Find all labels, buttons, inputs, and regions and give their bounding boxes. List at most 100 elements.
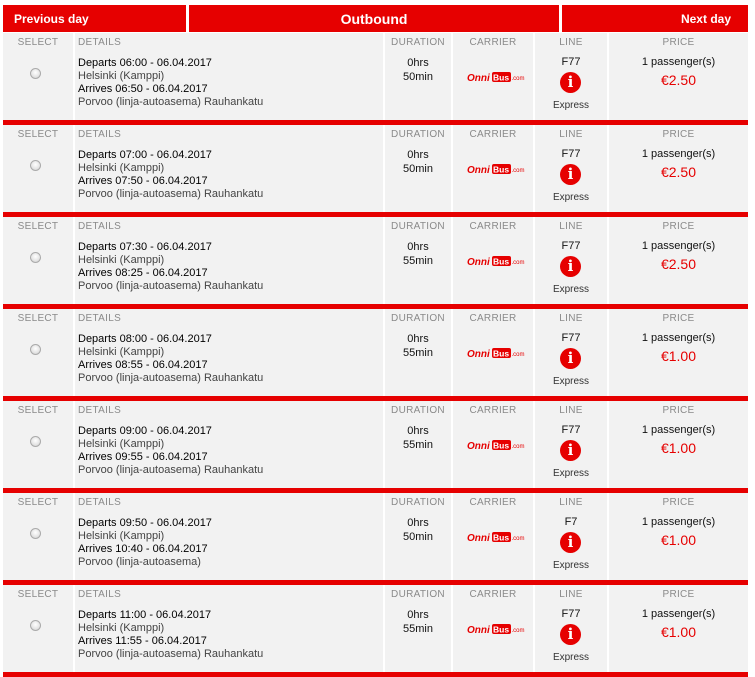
price-amount: €1.00 bbox=[660, 440, 697, 456]
price-header: PRICE bbox=[662, 497, 695, 508]
select-radio[interactable] bbox=[30, 344, 41, 355]
info-icon[interactable]: i bbox=[560, 532, 581, 553]
previous-day-button[interactable]: Previous day bbox=[3, 5, 186, 32]
line-type: Express bbox=[552, 652, 590, 663]
duration-hours: 0hrs bbox=[407, 241, 429, 253]
select-cell: SELECT bbox=[3, 125, 73, 212]
details-cell: DETAILS Departs 07:00 - 06.04.2017 Helsi… bbox=[75, 125, 383, 212]
onnibus-logo[interactable]: Onni Bus .com bbox=[467, 348, 525, 358]
duration-cell: DURATION 0hrs 50min bbox=[385, 493, 451, 580]
passenger-count: 1 passenger(s) bbox=[641, 608, 716, 620]
passenger-count: 1 passenger(s) bbox=[641, 332, 716, 344]
next-day-button[interactable]: Next day bbox=[562, 5, 748, 32]
arrival-stop: Porvoo (linja-autoasema) Rauhankatu bbox=[78, 280, 264, 292]
onnibus-logo[interactable]: Onni Bus .com bbox=[467, 72, 525, 82]
logo-word-onni: Onni bbox=[467, 533, 490, 542]
select-radio[interactable] bbox=[30, 620, 41, 631]
trip-row: SELECT DETAILS Departs 07:00 - 06.04.201… bbox=[3, 125, 748, 217]
line-header: LINE bbox=[559, 129, 583, 140]
select-cell: SELECT bbox=[3, 585, 73, 672]
select-radio[interactable] bbox=[30, 68, 41, 79]
carrier-cell: CARRIER Onni Bus .com bbox=[453, 585, 533, 672]
select-radio[interactable] bbox=[30, 252, 41, 263]
select-header: SELECT bbox=[17, 129, 59, 140]
passenger-count: 1 passenger(s) bbox=[641, 148, 716, 160]
line-cell: LINE F77 i Express bbox=[535, 125, 607, 212]
select-radio[interactable] bbox=[30, 436, 41, 447]
logo-suffix: .com bbox=[512, 168, 525, 174]
duration-cell: DURATION 0hrs 55min bbox=[385, 401, 451, 488]
arrival-stop: Porvoo (linja-autoasema) Rauhankatu bbox=[78, 648, 264, 660]
onnibus-logo[interactable]: Onni Bus .com bbox=[467, 256, 525, 266]
duration-hours: 0hrs bbox=[407, 425, 429, 437]
line-cell: LINE F77 i Express bbox=[535, 585, 607, 672]
price-amount: €1.00 bbox=[660, 532, 697, 548]
carrier-cell: CARRIER Onni Bus .com bbox=[453, 493, 533, 580]
line-cell: LINE F77 i Express bbox=[535, 33, 607, 120]
logo-word-onni: Onni bbox=[467, 257, 490, 266]
logo-suffix: .com bbox=[512, 628, 525, 634]
day-navigation-bar: Previous day Outbound Next day bbox=[3, 5, 748, 32]
onnibus-logo[interactable]: Onni Bus .com bbox=[467, 624, 525, 634]
select-header: SELECT bbox=[17, 313, 59, 324]
price-header: PRICE bbox=[662, 129, 695, 140]
departure-stop: Helsinki (Kamppi) bbox=[78, 530, 165, 542]
line-cell: LINE F77 i Express bbox=[535, 309, 607, 396]
select-radio[interactable] bbox=[30, 528, 41, 539]
price-header: PRICE bbox=[662, 221, 695, 232]
arrival-time: Arrives 08:25 - 06.04.2017 bbox=[78, 267, 208, 279]
select-radio[interactable] bbox=[30, 160, 41, 171]
price-header: PRICE bbox=[662, 313, 695, 324]
departure-stop: Helsinki (Kamppi) bbox=[78, 70, 165, 82]
line-header: LINE bbox=[559, 313, 583, 324]
onnibus-logo[interactable]: Onni Bus .com bbox=[467, 440, 525, 450]
duration-cell: DURATION 0hrs 55min bbox=[385, 585, 451, 672]
price-cell: PRICE 1 passenger(s) €1.00 bbox=[609, 493, 748, 580]
duration-header: DURATION bbox=[391, 405, 445, 416]
select-cell: SELECT bbox=[3, 401, 73, 488]
arrival-time: Arrives 10:40 - 06.04.2017 bbox=[78, 543, 208, 555]
carrier-header: CARRIER bbox=[469, 221, 517, 232]
select-header: SELECT bbox=[17, 405, 59, 416]
details-header: DETAILS bbox=[78, 405, 122, 416]
duration-cell: DURATION 0hrs 55min bbox=[385, 217, 451, 304]
logo-word-onni: Onni bbox=[467, 625, 490, 634]
logo-word-bus: Bus bbox=[493, 73, 509, 83]
details-header: DETAILS bbox=[78, 37, 122, 48]
price-cell: PRICE 1 passenger(s) €1.00 bbox=[609, 585, 748, 672]
info-icon[interactable]: i bbox=[560, 72, 581, 93]
duration-minutes: 50min bbox=[403, 71, 433, 83]
price-header: PRICE bbox=[662, 37, 695, 48]
duration-hours: 0hrs bbox=[407, 609, 429, 621]
carrier-cell: CARRIER Onni Bus .com bbox=[453, 125, 533, 212]
details-header: DETAILS bbox=[78, 589, 122, 600]
logo-word-bus: Bus bbox=[493, 533, 509, 543]
line-cell: LINE F77 i Express bbox=[535, 217, 607, 304]
arrival-time: Arrives 09:55 - 06.04.2017 bbox=[78, 451, 208, 463]
line-cell: LINE F77 i Express bbox=[535, 401, 607, 488]
trip-details: Departs 09:50 - 06.04.2017 Helsinki (Kam… bbox=[78, 517, 212, 569]
line-header: LINE bbox=[559, 497, 583, 508]
select-cell: SELECT bbox=[3, 217, 73, 304]
info-icon[interactable]: i bbox=[560, 624, 581, 645]
info-icon[interactable]: i bbox=[560, 440, 581, 461]
trip-details: Departs 08:00 - 06.04.2017 Helsinki (Kam… bbox=[78, 333, 263, 385]
arrival-stop: Porvoo (linja-autoasema) Rauhankatu bbox=[78, 96, 264, 108]
info-icon[interactable]: i bbox=[560, 256, 581, 277]
duration-header: DURATION bbox=[391, 129, 445, 140]
onnibus-logo[interactable]: Onni Bus .com bbox=[467, 164, 525, 174]
details-cell: DETAILS Departs 08:00 - 06.04.2017 Helsi… bbox=[75, 309, 383, 396]
info-icon[interactable]: i bbox=[560, 348, 581, 369]
onnibus-logo[interactable]: Onni Bus .com bbox=[467, 532, 525, 542]
carrier-header: CARRIER bbox=[469, 497, 517, 508]
duration-minutes: 55min bbox=[403, 347, 433, 359]
select-header: SELECT bbox=[17, 221, 59, 232]
select-cell: SELECT bbox=[3, 33, 73, 120]
info-icon[interactable]: i bbox=[560, 164, 581, 185]
details-cell: DETAILS Departs 09:00 - 06.04.2017 Helsi… bbox=[75, 401, 383, 488]
logo-word-onni: Onni bbox=[467, 441, 490, 450]
trip-details: Departs 06:00 - 06.04.2017 Helsinki (Kam… bbox=[78, 57, 263, 109]
trip-row: SELECT DETAILS Departs 09:00 - 06.04.201… bbox=[3, 401, 748, 493]
trip-details: Departs 07:00 - 06.04.2017 Helsinki (Kam… bbox=[78, 149, 263, 201]
duration-value: 0hrs 55min bbox=[385, 332, 451, 360]
